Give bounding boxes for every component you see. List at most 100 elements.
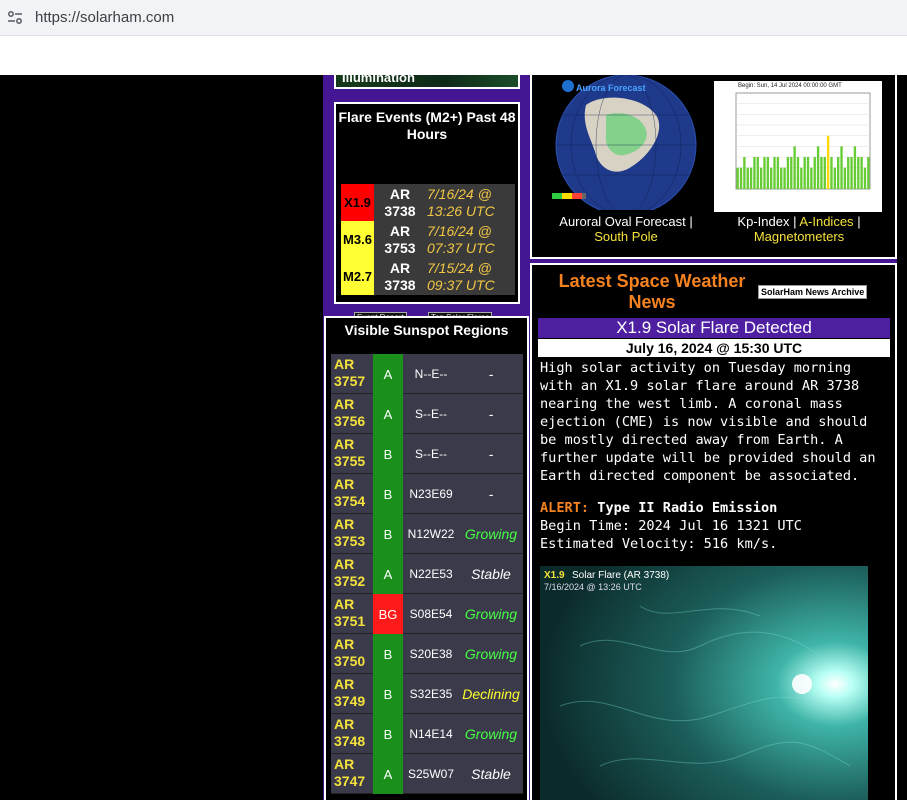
kp-bar — [863, 167, 867, 189]
sunspot-trend: Growing — [464, 646, 518, 662]
flare-time: 7/16/24 @13:26 UTC — [427, 186, 517, 220]
flare-date: 7/16/24 @ — [427, 186, 492, 202]
flare-image-label: Solar Flare (AR 3738) — [572, 570, 670, 581]
aurora-forecast-image[interactable]: Aurora Forecast — [546, 75, 701, 210]
aurora-forecast-title: Aurora Forecast — [576, 83, 646, 93]
flare-row: M3.6 AR 3753 7/16/24 @07:37 UTC — [341, 221, 515, 258]
kp-bar — [763, 157, 766, 189]
kp-index-chart[interactable]: Begin: Sun, 14 Jul 2024 00:00:00 GMT — [714, 81, 882, 212]
sunspot-region[interactable]: AR 3755 — [334, 436, 370, 470]
flare-row: M2.7 AR 3738 7/15/24 @09:37 UTC — [341, 258, 515, 295]
alert-type: Type II Radio Emission — [597, 500, 778, 516]
page-content: Illumination Flare Events (M2+) Past 48 … — [0, 75, 907, 800]
news-title: Latest Space Weather News — [558, 271, 746, 312]
sunspot-region[interactable]: AR 3754 — [334, 476, 370, 510]
sunspot-magnetic-class: B — [373, 434, 403, 474]
alert-begin-time: Begin Time: 2024 Jul 16 1321 UTC — [540, 518, 802, 534]
sunspot-magnetic-class: B — [373, 714, 403, 754]
sunspot-location: N22E53 — [409, 567, 453, 581]
sunspot-region[interactable]: AR 3753 — [334, 516, 370, 550]
flare-region: AR 3738 — [384, 260, 416, 293]
magnetometers-link[interactable]: Magnetometers — [754, 229, 844, 244]
sunspot-row[interactable]: AR 3749 B S32E35 Declining — [331, 674, 523, 714]
kp-bar — [857, 157, 860, 189]
flare-time: 7/16/24 @07:37 UTC — [427, 223, 517, 257]
sunspot-row[interactable]: AR 3748 B N14E14 Growing — [331, 714, 523, 754]
kp-bar — [806, 157, 810, 189]
kp-bar — [749, 167, 753, 189]
aurora-caption: Auroral Oval Forecast | South Pole — [546, 214, 706, 244]
flare-utc: 07:37 UTC — [427, 240, 495, 256]
kp-caption-separator: | — [857, 214, 861, 229]
sunspot-location: N12W22 — [407, 527, 455, 541]
sunspot-trend: Growing — [464, 526, 518, 542]
sunspot-magnetic-class: A — [373, 554, 403, 594]
kp-bar — [773, 157, 776, 189]
sunspot-location: S08E54 — [409, 607, 453, 621]
sunspot-location: N--E-- — [414, 367, 448, 381]
kp-bar — [780, 167, 783, 189]
sunspot-region[interactable]: AR 3747 — [334, 756, 370, 790]
kp-bar — [823, 157, 826, 189]
kp-bar — [850, 157, 853, 189]
sunspot-row[interactable]: AR 3753 B N12W22 Growing — [331, 514, 523, 554]
sunspot-row[interactable]: AR 3752 A N22E53 Stable — [331, 554, 523, 594]
sunspot-row[interactable]: AR 3755 B S--E-- - — [331, 434, 523, 474]
illumination-label: Illumination — [342, 75, 415, 85]
kp-bar — [867, 157, 870, 189]
kp-index-link[interactable]: Kp-Index | — [737, 214, 796, 229]
sunspot-region[interactable]: AR 3748 — [334, 716, 370, 750]
sunspot-row[interactable]: AR 3750 B S20E38 Growing — [331, 634, 523, 674]
sunspot-region[interactable]: AR 3752 — [334, 556, 370, 590]
sunspot-magnetic-class: B — [373, 474, 403, 514]
browser-toolbar-space — [0, 36, 907, 75]
sunspot-magnetic-class: BG — [373, 594, 403, 634]
sunspot-trend: - — [488, 366, 494, 382]
sunspot-row[interactable]: AR 3754 B N23E69 - — [331, 474, 523, 514]
kp-bar — [800, 167, 803, 189]
flare-class: X1.9 — [341, 184, 374, 221]
kp-bar — [743, 157, 746, 189]
kp-bar — [826, 135, 830, 189]
news-archive-button[interactable]: SolarHam News Archive — [758, 285, 868, 299]
sunspot-row[interactable]: AR 3747 A S25W07 Stable — [331, 754, 523, 794]
kp-bar — [833, 167, 836, 189]
sunspot-row[interactable]: AR 3757 A N--E-- - — [331, 354, 523, 394]
kp-bar — [796, 157, 800, 189]
auroral-oval-link[interactable]: Auroral Oval Forecast | — [559, 214, 692, 229]
kp-bar — [837, 157, 840, 189]
kp-bar — [816, 146, 820, 189]
kp-bar — [770, 167, 773, 189]
alert-label: ALERT: — [540, 500, 590, 516]
kp-bar — [756, 157, 759, 189]
sunspot-region[interactable]: AR 3749 — [334, 676, 370, 710]
sunspot-magnetic-class: A — [373, 394, 403, 434]
flare-date: 7/16/24 @ — [427, 223, 492, 239]
sunspot-location: S--E-- — [415, 407, 447, 421]
address-bar[interactable]: https://solarham.com — [35, 9, 174, 26]
sunspot-row[interactable]: AR 3751 BG S08E54 Growing — [331, 594, 523, 634]
site-info-icon[interactable] — [6, 9, 24, 27]
flare-region: AR 3738 — [384, 186, 416, 219]
kp-bar — [810, 167, 813, 189]
illumination-panel[interactable]: Illumination — [334, 75, 520, 89]
kp-bar — [847, 157, 850, 189]
sunspot-location: N23E69 — [409, 487, 453, 501]
sunspot-region[interactable]: AR 3751 — [334, 596, 370, 630]
sunspot-location: S20E38 — [409, 647, 453, 661]
sunspot-row[interactable]: AR 3756 A S--E-- - — [331, 394, 523, 434]
kp-caption: Kp-Index | A-Indices | Magnetometers — [714, 214, 884, 244]
sunspot-region[interactable]: AR 3750 — [334, 636, 370, 670]
sunspot-region[interactable]: AR 3757 — [334, 356, 370, 390]
sunspot-location: S32E35 — [409, 687, 453, 701]
kp-bar — [746, 167, 749, 189]
kp-bar — [820, 157, 823, 189]
sunspot-region[interactable]: AR 3756 — [334, 396, 370, 430]
solar-flare-image[interactable]: X1.9 Solar Flare (AR 3738) 7/16/2024 @ 1… — [540, 566, 868, 800]
south-pole-link[interactable]: South Pole — [594, 229, 658, 244]
flare-events-panel: Flare Events (M2+) Past 48 Hours X1.9 AR … — [334, 102, 520, 324]
sunspot-location: S25W07 — [407, 767, 455, 781]
sunspot-magnetic-class: B — [373, 514, 403, 554]
kp-bar — [776, 157, 780, 189]
a-indices-link[interactable]: A-Indices — [799, 214, 853, 229]
